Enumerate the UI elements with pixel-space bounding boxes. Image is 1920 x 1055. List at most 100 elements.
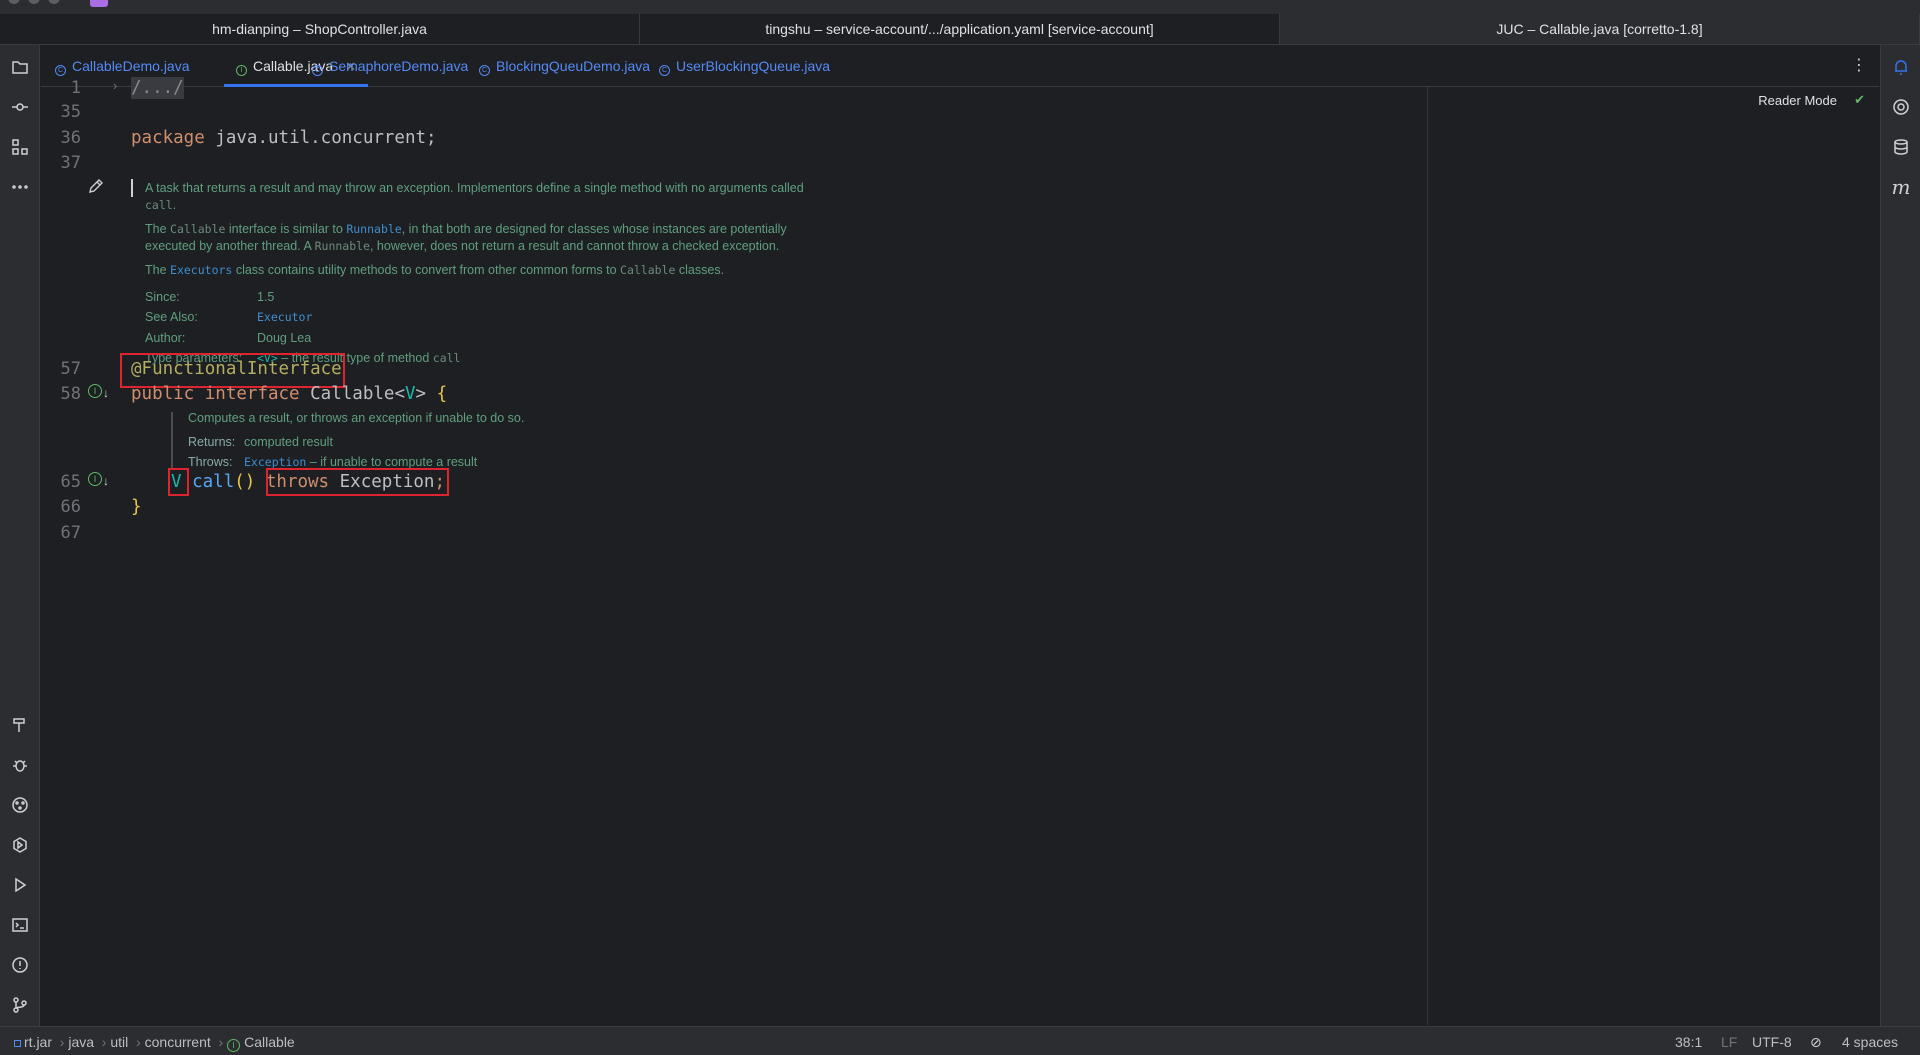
services-icon[interactable] [10,835,30,855]
database-icon[interactable] [1891,137,1911,157]
doc-link-executor[interactable]: Executor [257,310,312,324]
class-icon: C [659,65,670,76]
window-controls[interactable] [8,0,60,4]
tab-label: CallableDemo.java [72,58,190,74]
doc-code: call [432,351,461,365]
doc-tag-label: Returns: [188,434,236,449]
chevron-right-icon: › [97,1034,111,1050]
doc-link-runnable[interactable]: Runnable [346,222,401,236]
highlight-box-return-type [168,468,189,496]
keyword: interface [204,384,300,404]
doc-text: classes. [678,263,725,277]
crumb-item[interactable]: concurrent [145,1034,211,1050]
window-tab-juc[interactable]: JUC – Callable.java [corretto-1.8] [1280,14,1920,44]
line-number: 57 [60,359,81,379]
doc-tag-value: computed result [244,434,333,449]
chevron-right-icon: › [214,1034,228,1050]
down-arrow-icon[interactable]: ↓ [103,474,109,488]
readonly-lock-icon[interactable]: ⊘ [1810,1034,1822,1051]
brace: { [436,384,448,404]
type-param: V [404,384,416,404]
maven-icon[interactable]: m [1891,175,1911,199]
code-line-66: } [131,495,142,519]
tab-blockingqueudemo[interactable]: C BlockingQueuDemo.java [479,45,650,87]
doc-tag-value: Doug Lea [257,330,312,345]
crumb-item[interactable]: Callable [244,1034,295,1050]
doc-tag-label: Author: [145,330,186,345]
keyword: package [131,128,205,148]
line-separator[interactable]: LF [1721,1034,1737,1050]
class-icon: C [479,65,490,76]
doc-text: The [145,222,167,236]
code-line-1: /.../ [131,76,184,100]
ai-assistant-icon[interactable] [1891,97,1911,117]
commit-icon[interactable] [10,97,30,117]
indent-setting[interactable]: 4 spaces [1842,1034,1898,1050]
window-tab-hm-dianping[interactable]: hm-dianping – ShopController.java [0,14,640,44]
tab-label: SemaphoreDemo.java [329,58,469,74]
status-bar: rt.jar › java › util › concurrent › I Cal… [0,1026,1920,1055]
bracket: < [394,384,405,404]
reader-mode-button[interactable]: Reader Mode [1758,93,1837,108]
project-badge-icon[interactable] [90,0,108,7]
plugins-icon[interactable] [10,795,30,815]
line-number: 37 [60,153,81,173]
file-encoding[interactable]: UTF-8 [1752,1034,1792,1050]
window-tab-tingshu[interactable]: tingshu – service-account/.../applicatio… [640,14,1280,44]
doc-code: Callable [620,263,676,277]
debug-bug-icon[interactable] [10,755,30,775]
code-editor[interactable]: Reader Mode ✔ 1 35 36 37 57 58 65 66 67 … [41,77,1879,1025]
line-number: 58 [60,384,81,404]
more-vertical-icon[interactable]: ⋮ [1851,55,1867,75]
doc-tag-value: 1.5 [257,289,275,304]
doc-tag-label: See Also: [145,310,198,324]
line-number: 35 [60,102,81,122]
doc-code: Callable [170,222,226,236]
notifications-bell-icon[interactable] [1891,57,1911,77]
structure-icon[interactable] [10,137,30,157]
chevron-right-icon: › [55,1034,69,1050]
down-arrow-icon[interactable]: ↓ [103,386,109,400]
doc-link-exception[interactable]: Exception [244,455,306,469]
line-number: 66 [60,497,81,517]
doc-tag-value: – if unable to compute a result [309,455,478,469]
highlight-box-throws-clause [266,468,449,496]
implemented-interface-icon[interactable]: I [88,384,102,398]
git-icon[interactable] [10,995,30,1015]
doc-link-executors[interactable]: Executors [170,263,232,277]
tab-semaphoredemo[interactable]: C SemaphoreDemo.java [312,45,468,87]
doc-text: The [145,263,167,277]
tab-label: BlockingQueuDemo.java [496,58,651,74]
jar-icon [14,1040,21,1047]
folded-region[interactable]: /.../ [131,77,184,99]
doc-text: class contains utility methods to conver… [235,263,617,277]
left-tool-strip [0,45,40,1026]
crumb-item[interactable]: java [68,1034,94,1050]
project-folder-icon[interactable] [10,57,30,77]
problems-icon[interactable] [10,955,30,975]
code-line-58: public interface Callable<V> { [131,382,447,406]
code-line-36: package java.util.concurrent; [131,126,437,150]
package-name: java.util.concurrent; [215,128,437,148]
right-tool-strip: m [1880,45,1920,1026]
method-name: call [192,472,235,492]
tab-userblockingqueue[interactable]: C UserBlockingQueue.java [659,45,830,87]
crumb-item[interactable]: rt.jar [24,1034,52,1050]
chevron-right-icon: › [132,1034,145,1050]
run-icon[interactable] [10,875,30,895]
parens: () [234,472,256,492]
fold-chevron-icon[interactable]: › [113,78,117,93]
doc-text: A task that returns a result and may thr… [145,181,804,195]
more-tools-icon[interactable] [10,177,30,197]
doc-text: . [172,197,177,212]
doc-border [171,412,173,470]
caret-position[interactable]: 38:1 [1675,1034,1702,1050]
doc-text: Computes a result, or throws an exceptio… [188,411,525,425]
crumb-item[interactable]: util [110,1034,128,1050]
build-hammer-icon[interactable] [10,715,30,735]
line-number: 67 [60,523,81,543]
implemented-method-icon[interactable]: I [88,472,102,486]
doc-code: call [145,197,173,212]
terminal-icon[interactable] [10,915,30,935]
edit-pencil-icon[interactable] [87,177,105,195]
